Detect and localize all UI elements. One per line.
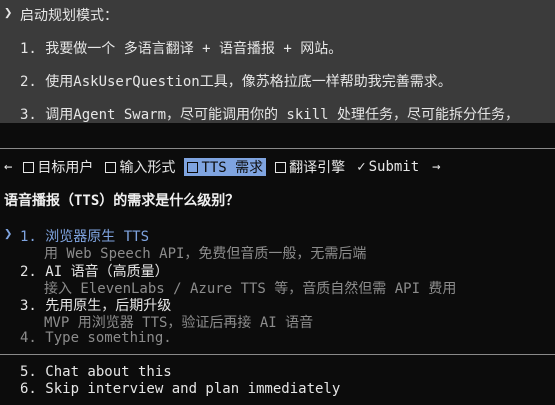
option-4-type-something[interactable]: 4. Type something. (20, 330, 172, 346)
option-chat-about-this[interactable]: 5. Chat about this (20, 364, 172, 380)
tab-tts-requirement[interactable]: TTS 需求 (184, 158, 267, 176)
checkbox-unchecked-icon (105, 161, 117, 173)
prompt-marker-icon: ❯ (4, 5, 13, 21)
prompt-line: 3. 调用Agent Swarm，尽可能调用你的 skill 处理任务，尽可能拆… (20, 107, 520, 123)
checkbox-unchecked-icon (187, 161, 199, 173)
tab-label: 目标用户 (37, 160, 94, 176)
prompt-line: 1. 我要做一个 多语言翻译 + 语音播报 + 网站。 (20, 41, 343, 57)
selection-pointer-icon: ❯ (4, 226, 13, 242)
divider (0, 354, 555, 355)
prompt-line: 2. 使用AskUserQuestion工具，像苏格拉底一样帮助我完善需求。 (20, 74, 452, 90)
prompt-box: ❯ 启动规划模式： 1. 我要做一个 多语言翻译 + 语音播报 + 网站。 2.… (0, 0, 555, 123)
tab-target-users[interactable]: 目标用户 (20, 158, 96, 176)
checkbox-unchecked-icon (275, 161, 287, 173)
tab-label: 输入形式 (119, 160, 176, 176)
checkmark-icon: ✓ (357, 159, 366, 175)
tab-submit[interactable]: ✓ Submit (354, 158, 422, 176)
tab-translation-engine[interactable]: 翻译引擎 (272, 158, 348, 176)
tab-label: Submit (368, 159, 420, 175)
right-arrow-icon[interactable]: → (432, 159, 440, 175)
divider (0, 148, 555, 149)
left-arrow-icon[interactable]: ← (4, 159, 12, 175)
tab-input-format[interactable]: 输入形式 (102, 158, 178, 176)
option-3-description: MVP 用浏览器 TTS，验证后再接 AI 语音 (44, 315, 314, 331)
checkbox-unchecked-icon (23, 161, 35, 173)
option-1-description: 用 Web Speech API，免费但音质一般，无需后端 (44, 246, 367, 262)
question-title: 语音播报（TTS）的需求是什么级别？ (4, 193, 240, 209)
option-skip-interview[interactable]: 6. Skip interview and plan immediately (20, 381, 340, 397)
question-tabbar: ← 目标用户 输入形式 TTS 需求 翻译引擎 ✓ Submit → (4, 157, 441, 177)
tab-label: TTS 需求 (201, 160, 264, 176)
prompt-line: 启动规划模式： (20, 8, 118, 24)
tab-label: 翻译引擎 (289, 160, 346, 176)
